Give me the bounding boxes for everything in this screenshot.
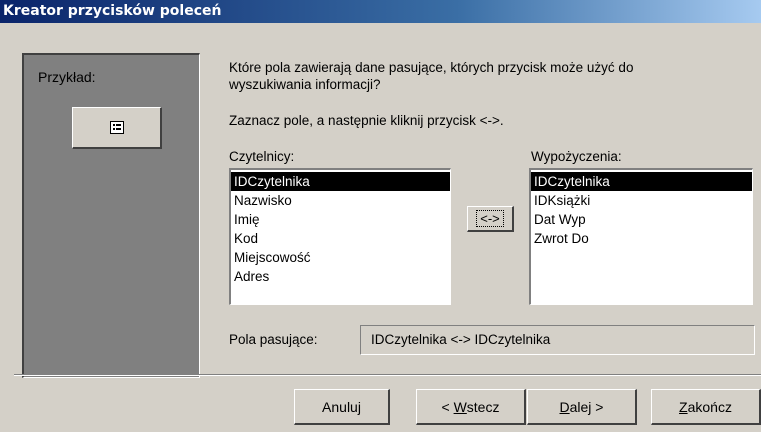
list-item[interactable]: Zwrot Do bbox=[531, 229, 752, 248]
left-list-label: Czytelnicy: bbox=[229, 149, 295, 164]
list-item[interactable]: Kod bbox=[231, 229, 450, 248]
back-button-prefix: < bbox=[441, 398, 454, 415]
instruction-line-2: wyszukiwania informacji? bbox=[229, 77, 381, 92]
matching-fields-display: IDCzytelnika <-> IDCzytelnika bbox=[360, 325, 755, 355]
next-button[interactable]: Dalej > bbox=[527, 389, 637, 425]
czytelnicy-listbox[interactable]: IDCzytelnika Nazwisko Imię Kod Miejscowość Ad… bbox=[229, 168, 451, 305]
finish-button[interactable]: Zakończ bbox=[651, 389, 761, 425]
back-button-mnemonic: W bbox=[453, 398, 467, 415]
matching-label: Pola pasujące: bbox=[229, 332, 318, 347]
finish-button-mnemonic: Z bbox=[679, 398, 688, 415]
match-fields-button[interactable]: <-> bbox=[467, 206, 514, 232]
form-icon bbox=[109, 121, 124, 134]
instruction-line-1: Które pola zawierają dane pasujące, któr… bbox=[229, 60, 634, 75]
next-button-rest: alej > bbox=[569, 398, 604, 415]
separator bbox=[14, 374, 761, 376]
list-item[interactable]: Miejscowość bbox=[231, 248, 450, 267]
back-button[interactable]: < Wstecz bbox=[416, 389, 526, 425]
list-item[interactable]: Nazwisko bbox=[231, 191, 450, 210]
title-bar: Kreator przycisków poleceń bbox=[0, 0, 761, 23]
list-item[interactable]: Imię bbox=[231, 210, 450, 229]
list-item[interactable]: Dat Wyp bbox=[531, 210, 752, 229]
finish-button-rest: akończ bbox=[687, 398, 732, 415]
match-fields-button-label: <-> bbox=[476, 210, 504, 227]
wizard-window: Kreator przycisków poleceń Przykład: Któ… bbox=[0, 0, 761, 432]
wypozyczenia-listbox[interactable]: IDCzytelnika IDKsiążki Dat Wyp Zwrot Do bbox=[529, 168, 753, 305]
right-list-label: Wypożyczenia: bbox=[531, 149, 622, 164]
list-item[interactable]: IDCzytelnika bbox=[231, 172, 450, 191]
cancel-button[interactable]: Anuluj bbox=[294, 389, 390, 425]
list-item[interactable]: IDCzytelnika bbox=[531, 172, 752, 191]
example-label: Przykład: bbox=[38, 69, 96, 85]
example-preview-button bbox=[72, 107, 162, 149]
window-title: Kreator przycisków poleceń bbox=[3, 3, 222, 19]
list-item[interactable]: Adres bbox=[231, 267, 450, 286]
back-button-rest: stecz bbox=[466, 398, 500, 415]
list-item[interactable]: IDKsiążki bbox=[531, 191, 752, 210]
example-panel: Przykład: bbox=[22, 53, 200, 378]
next-button-mnemonic: D bbox=[559, 398, 570, 415]
instruction-line-3: Zaznacz pole, a następnie kliknij przyci… bbox=[229, 113, 504, 128]
